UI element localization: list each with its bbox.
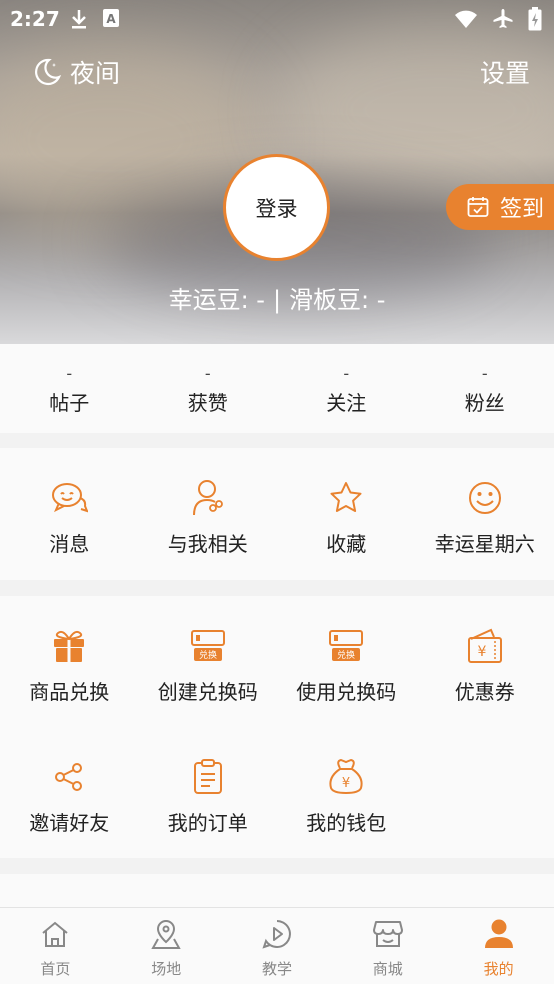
stat-label: 帖子	[49, 391, 90, 415]
grid-item-label: 我的钱包	[306, 811, 387, 835]
night-mode-toggle[interactable]: 夜间	[32, 54, 120, 90]
location-icon	[151, 919, 181, 949]
social-section: 消息 与我相关 收藏 幸运星期六	[0, 448, 554, 580]
sign-in-label: 签到	[500, 197, 545, 222]
grid-item-label: 商品兑换	[29, 680, 110, 704]
lucky-beans: 幸运豆: -	[168, 286, 265, 314]
person-icon	[484, 919, 513, 948]
airplane-icon	[493, 9, 513, 28]
stat-following[interactable]: - 关注	[277, 344, 416, 433]
status-time: 2:27	[10, 7, 60, 31]
tab-label: 教学	[261, 960, 292, 978]
grid-item-label: 创建兑换码	[157, 680, 258, 704]
beans-summary: 幸运豆: - | 滑板豆: -	[0, 280, 554, 315]
sign-in-button[interactable]: 签到	[446, 184, 554, 230]
night-mode-label: 夜间	[70, 59, 121, 88]
tab-label: 我的	[483, 960, 514, 978]
coupons-item[interactable]: ¥ 优惠券	[416, 596, 554, 727]
gift-icon	[54, 630, 85, 662]
product-exchange-item[interactable]: 商品兑换	[0, 596, 139, 727]
tab-store[interactable]: 商城	[332, 908, 443, 984]
stat-label: 粉丝	[464, 391, 505, 415]
grid-item-label: 与我相关	[167, 532, 248, 556]
stat-label: 关注	[326, 391, 367, 415]
home-icon	[42, 921, 69, 947]
profile-header: 2:27 A 夜间 设置 登录 签到 幸运豆: - | 滑板豆: -	[0, 0, 554, 344]
calendar-check-icon	[467, 197, 489, 217]
invite-friends-item[interactable]: 邀请好友	[0, 727, 139, 858]
wifi-icon	[455, 10, 477, 28]
lucky-saturday-item[interactable]: 幸运星期六	[416, 448, 554, 557]
order-icon	[193, 759, 222, 794]
svg-text:A: A	[106, 12, 116, 26]
share-icon	[55, 763, 83, 791]
moon-icon	[35, 58, 62, 86]
stat-value: -	[66, 364, 73, 383]
message-icon	[52, 483, 89, 513]
star-icon	[330, 482, 362, 512]
stat-value: -	[481, 364, 488, 383]
font-app-icon: A	[103, 9, 119, 27]
tab-mine[interactable]: 我的	[443, 908, 554, 984]
stat-posts[interactable]: - 帖子	[0, 344, 139, 433]
use-code-item[interactable]: 兑换 使用兑换码	[277, 596, 416, 727]
stat-value: -	[204, 364, 211, 383]
grid-item-label: 幸运星期六	[434, 532, 535, 556]
store-icon	[372, 921, 403, 947]
status-bar: 2:27 A	[0, 0, 554, 40]
download-icon	[72, 10, 86, 29]
grid-item-label: 收藏	[326, 532, 367, 556]
my-orders-item[interactable]: 我的订单	[139, 727, 278, 858]
coupon-icon: ¥	[467, 628, 502, 663]
exchange-badge-text: 兑换	[199, 649, 217, 661]
grid-item-label: 消息	[49, 532, 90, 556]
battery-icon	[528, 7, 542, 31]
bottom-navigation: 首页 场地 教学 商城 我的	[0, 907, 554, 984]
stat-followers[interactable]: - 粉丝	[416, 344, 554, 433]
exchange-code-icon: 兑换	[329, 630, 364, 661]
exchange-code-icon: 兑换	[190, 630, 225, 661]
stat-label: 获赞	[187, 391, 228, 415]
svg-text:¥: ¥	[477, 644, 486, 660]
related-to-me-item[interactable]: 与我相关	[139, 448, 278, 557]
exchange-badge-text: 兑换	[337, 649, 355, 661]
my-wallet-item[interactable]: ¥ 我的钱包	[277, 727, 416, 858]
play-icon	[262, 920, 291, 949]
grid-item-label: 邀请好友	[29, 811, 110, 835]
profile-stats: - 帖子 - 获赞 - 关注 - 粉丝	[0, 344, 554, 433]
stat-likes[interactable]: - 获赞	[139, 344, 278, 433]
settings-button[interactable]: 设置	[480, 54, 530, 90]
messages-item[interactable]: 消息	[0, 448, 139, 557]
grid-item-label: 我的订单	[167, 811, 248, 835]
services-section: 商品兑换 兑换 创建兑换码 兑换 使用兑换码 ¥ 优惠券 邀请好友 我的订单 ¥…	[0, 596, 554, 858]
smile-icon	[468, 482, 501, 514]
skate-beans: 滑板豆: -	[289, 286, 386, 314]
tab-venues[interactable]: 场地	[111, 908, 222, 984]
grid-item-label: 优惠券	[454, 680, 515, 704]
beans-separator: |	[272, 286, 282, 314]
svg-text:¥: ¥	[342, 776, 350, 791]
wallet-bag-icon: ¥	[329, 758, 363, 795]
tab-label: 场地	[151, 960, 182, 978]
login-button[interactable]: 登录	[223, 154, 330, 261]
tab-home[interactable]: 首页	[0, 908, 111, 984]
stat-value: -	[343, 364, 350, 383]
grid-item-label: 使用兑换码	[296, 680, 397, 704]
tab-label: 首页	[40, 960, 71, 978]
create-code-item[interactable]: 兑换 创建兑换码	[139, 596, 278, 727]
tab-teaching[interactable]: 教学	[222, 908, 333, 984]
favorites-item[interactable]: 收藏	[277, 448, 416, 557]
related-user-icon	[192, 480, 223, 516]
tab-label: 商城	[372, 960, 403, 978]
login-label: 登录	[255, 196, 298, 221]
